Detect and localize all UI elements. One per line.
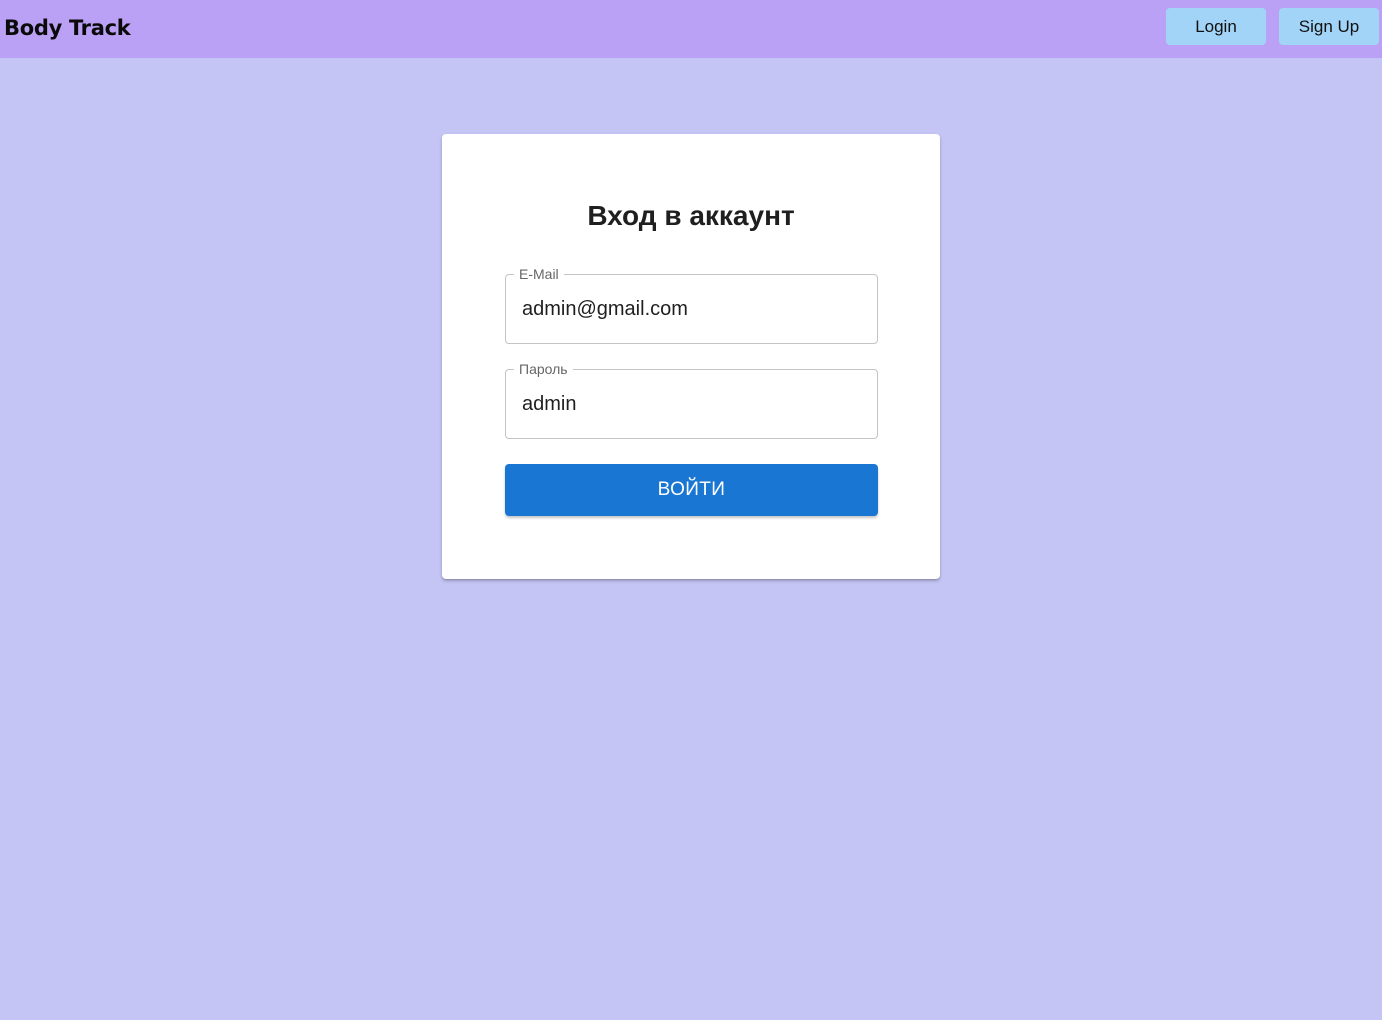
login-title: Вход в аккаунт [587, 200, 795, 231]
top-bar: Body Track Login Sign Up [0, 0, 1382, 58]
app-brand: Body Track [4, 16, 131, 40]
password-field: Пароль [505, 362, 878, 439]
login-submit-button[interactable]: ВОЙТИ [505, 464, 878, 516]
login-card: Вход в аккаунт E-Mail Пароль ВОЙТИ [442, 134, 940, 579]
login-nav-button[interactable]: Login [1166, 8, 1266, 45]
email-field: E-Mail [505, 267, 878, 344]
email-input[interactable] [506, 275, 877, 343]
signup-nav-button[interactable]: Sign Up [1279, 8, 1379, 45]
password-input[interactable] [506, 370, 877, 438]
